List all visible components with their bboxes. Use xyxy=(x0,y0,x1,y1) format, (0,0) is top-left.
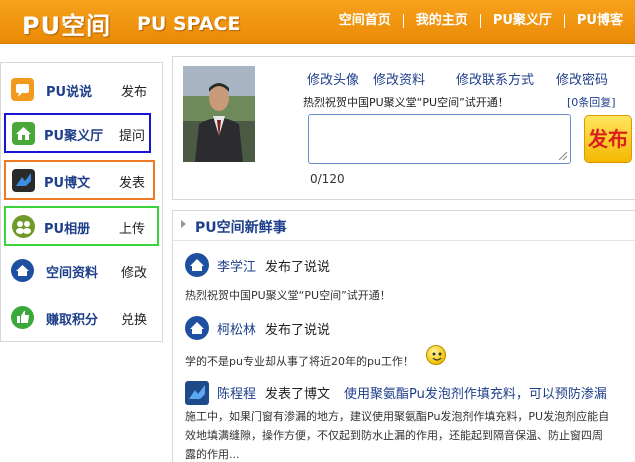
sidebar-item-label: PU说说 xyxy=(46,85,93,100)
nav-pu-blog[interactable]: PU博客 xyxy=(563,14,635,28)
blog-arrow-icon xyxy=(185,381,209,405)
header-bar: PU空间 PU SPACE 空间首页 我的主页 PU聚义厅 PU博客 xyxy=(0,0,635,44)
feed-user-link[interactable]: 李学江 xyxy=(217,256,256,275)
sidebar-item-action[interactable]: 修改 xyxy=(121,262,147,281)
blog-arrow-icon xyxy=(12,169,35,192)
edit-contact-link[interactable]: 修改联系方式 xyxy=(456,69,534,88)
news-feed: PU空间新鲜事 李学江 发布了说说 热烈祝贺中国PU聚义堂“PU空间”试开通！ … xyxy=(172,210,635,462)
speech-bubble-icon xyxy=(11,78,34,101)
home-circle-icon xyxy=(185,316,209,340)
sidebar-item-earn-points[interactable]: 赚取积分 兑换 xyxy=(1,297,159,337)
avatar[interactable] xyxy=(183,66,255,162)
feed-text: 学的不是pu专业却从事了将近20年的pu工作！ xyxy=(185,355,414,368)
home-circle-icon xyxy=(185,253,209,277)
sidebar-item-label: 赚取积分 xyxy=(46,313,99,328)
sidebar-item-space-profile[interactable]: 空间资料 修改 xyxy=(1,250,159,290)
feed-text-line: 效地填满缝隙，操作方便，不仅起到防水止漏的作用，还能起到隔音保温、防止窗四周 xyxy=(185,429,603,442)
feed-text-line: 露的作用... xyxy=(185,448,240,461)
feed-text: 热烈祝贺中国PU聚义堂“PU空间”试开通！ xyxy=(185,289,391,302)
feed-title: PU空间新鲜事 xyxy=(195,220,287,236)
home-circle-icon xyxy=(11,259,34,282)
feed-user-link[interactable]: 柯松林 xyxy=(217,319,256,338)
sidebar-item-action[interactable]: 提问 xyxy=(119,125,145,144)
edit-password-link[interactable]: 修改密码 xyxy=(556,69,608,88)
replies-link[interactable]: [0条回复] xyxy=(567,94,616,110)
sidebar-item-action[interactable]: 发表 xyxy=(119,172,145,191)
sidebar-item-pu-shuoshuo[interactable]: PU说说 发布 xyxy=(1,69,159,109)
sidebar-item-label: PU聚义厅 xyxy=(44,129,104,144)
feed-action: 发布了说说 xyxy=(265,323,331,338)
nav-pu-hall[interactable]: PU聚义厅 xyxy=(479,14,564,28)
sidebar-item-label: 空间资料 xyxy=(46,266,99,281)
status-input[interactable] xyxy=(308,114,571,164)
triangle-right-icon xyxy=(181,220,186,228)
sidebar-item-pu-album[interactable]: PU相册 上传 xyxy=(4,206,159,246)
sidebar: PU说说 发布 PU聚义厅 提问 PU博文 发表 PU相册 上传 空间资料 修改 xyxy=(0,62,163,342)
char-counter: 0/120 xyxy=(310,172,345,186)
feed-user-link[interactable]: 陈程程 xyxy=(217,383,256,402)
edit-avatar-link[interactable]: 修改头像 xyxy=(307,69,359,88)
sidebar-item-action[interactable]: 发布 xyxy=(121,81,147,100)
sidebar-item-action[interactable]: 兑换 xyxy=(121,309,147,328)
nav-space-home[interactable]: 空间首页 xyxy=(327,14,403,28)
feed-action: 发布了说说 xyxy=(265,260,331,275)
sidebar-item-action[interactable]: 上传 xyxy=(119,218,145,237)
feed-header: PU空间新鲜事 xyxy=(173,211,635,241)
top-nav: 空间首页 我的主页 PU聚义厅 PU博客 xyxy=(327,14,635,28)
smiley-icon xyxy=(426,345,446,365)
resize-grip-icon[interactable] xyxy=(559,152,567,160)
logo-en: PU SPACE xyxy=(137,13,241,35)
publish-button[interactable]: 发布 xyxy=(584,115,632,163)
latest-status: 热烈祝贺中国PU聚义堂“PU空间”试开通！ xyxy=(303,96,509,109)
feed-action: 发表了博文 xyxy=(265,387,331,402)
profile-panel: 修改头像 修改资料 修改联系方式 修改密码 热烈祝贺中国PU聚义堂“PU空间”试… xyxy=(172,56,635,200)
nav-my-home[interactable]: 我的主页 xyxy=(402,14,480,28)
feed-text-line: 施工中，如果门窗有渗漏的地方，建议使用聚氨酯Pu发泡剂作填充料，PU发泡剂应能自 xyxy=(185,410,610,423)
sidebar-item-pu-hall[interactable]: PU聚义厅 提问 xyxy=(4,113,151,153)
sidebar-item-label: PU相册 xyxy=(44,222,91,237)
sidebar-item-pu-blog[interactable]: PU博文 发表 xyxy=(4,160,155,200)
people-icon xyxy=(12,215,35,238)
thumbs-up-icon xyxy=(11,306,34,329)
house-icon xyxy=(12,122,35,145)
sidebar-item-label: PU博文 xyxy=(44,176,91,191)
edit-profile-link[interactable]: 修改资料 xyxy=(373,69,425,88)
logo-cn[interactable]: PU空间 xyxy=(22,6,111,41)
feed-blog-link[interactable]: 使用聚氨酯Pu发泡剂作填充料，可以预防渗漏 xyxy=(344,383,607,402)
